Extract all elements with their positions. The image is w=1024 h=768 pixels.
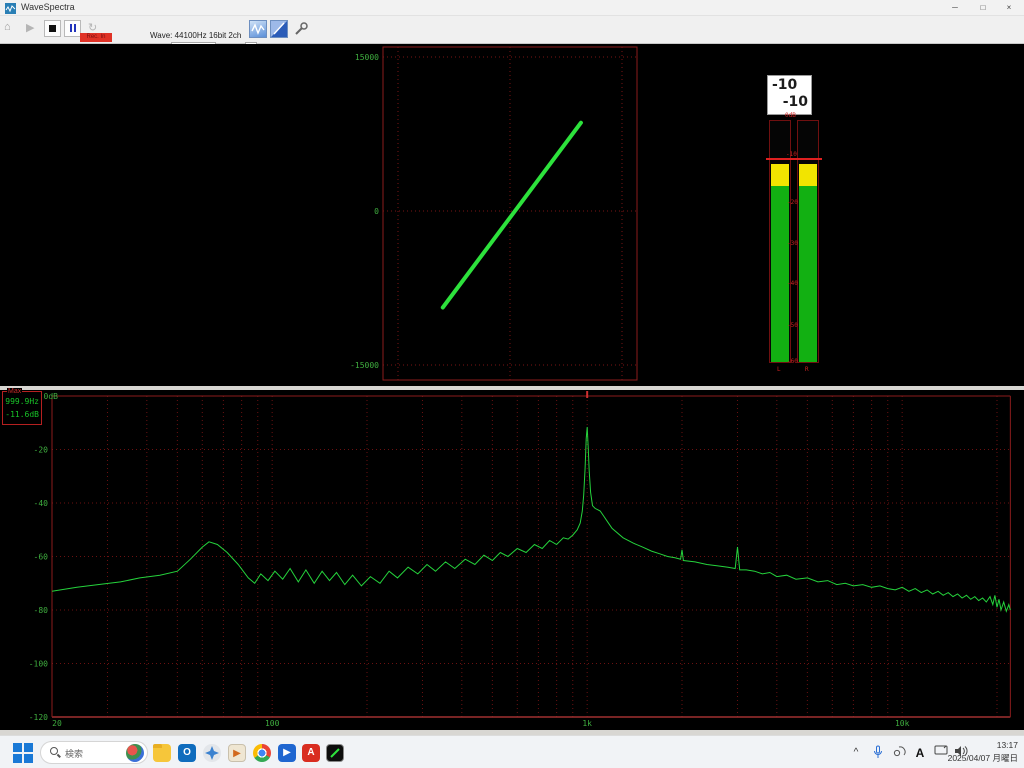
meter-channel-left-label: L <box>777 366 781 373</box>
wave-view-button[interactable] <box>249 20 267 38</box>
stop-button[interactable] <box>44 20 61 37</box>
taskbar: 検索 O ▶ ▶ A <box>0 735 1024 768</box>
meter-limit-line <box>766 158 822 160</box>
title-bar: WaveSpectra ─ □ × <box>0 0 1024 16</box>
maximize-button[interactable]: □ <box>970 0 996 15</box>
search-placeholder: 検索 <box>65 747 83 760</box>
spectrum-view-icon <box>271 21 287 37</box>
spectrum-y-tick: -80 <box>34 606 49 615</box>
taskbar-wavespectra[interactable] <box>323 741 347 765</box>
meter-scale-top-label: 0dB <box>785 112 796 119</box>
close-button[interactable]: × <box>996 0 1022 15</box>
spectrum-y-tick: -60 <box>34 553 49 562</box>
app-icon <box>5 3 16 14</box>
lissajous-yzero-label: 0 <box>374 207 379 216</box>
stop-icon <box>49 25 56 32</box>
spectrum-0db-label: 0dB <box>44 392 59 401</box>
minimize-button[interactable]: ─ <box>942 0 968 15</box>
clock-time: 13:17 <box>948 739 1018 752</box>
wave-format-info: Wave: 44100Hz 16bit 2ch <box>150 31 241 40</box>
meter-limit-label: -10 <box>786 151 797 158</box>
wrench-icon <box>293 21 309 37</box>
level-meter-right-bar <box>797 120 819 363</box>
taskbar-file-explorer[interactable] <box>150 741 174 765</box>
wave-value: 44100Hz 16bit 2ch <box>175 31 242 40</box>
settings-wrench-button[interactable] <box>293 21 309 37</box>
recording-indicator: Rec. In <box>80 33 112 42</box>
acrobat-icon: A <box>302 744 320 762</box>
toolbar: ⌂ ▶ ↻ Rec. In Wave: 44100Hz 16bit 2ch FF… <box>0 16 1024 44</box>
spectrum-x-tick: 1k <box>582 719 592 728</box>
peak-level-left: -10 <box>772 77 797 93</box>
window-title: WaveSpectra <box>21 2 75 12</box>
meter-tick-label: -30 <box>787 240 798 247</box>
spectrum-x-tick: 20 <box>52 719 62 728</box>
lissajous-ymin-label: -15000 <box>350 361 379 370</box>
max-title: Max <box>7 388 22 395</box>
meter-tick-label: -20 <box>787 199 798 206</box>
taskbar-movies-app[interactable]: ▶ <box>275 741 299 765</box>
pause-button[interactable] <box>64 20 81 37</box>
start-button[interactable] <box>12 742 33 763</box>
meter-yellow-segment <box>799 164 817 186</box>
spectrum-y-tick: -20 <box>34 446 49 455</box>
ime-mode-indicator[interactable]: A <box>912 745 928 761</box>
meter-channel-right-label: R <box>805 366 809 373</box>
pinwheel-icon <box>203 744 221 762</box>
movies-icon: ▶ <box>278 744 296 762</box>
max-level-value: -11.6dB <box>5 410 39 419</box>
cast-display-icon[interactable] <box>933 745 949 761</box>
taskbar-clock[interactable]: 13:17 2025/04/07 月曜日 <box>948 739 1018 765</box>
meter-green-segment <box>771 186 789 362</box>
spectrum-x-tick: 10k <box>895 719 910 728</box>
meter-tick-label: -60 <box>787 358 798 365</box>
legacy-player-icon: ▶ <box>228 744 246 762</box>
lissajous-display: 15000 0 -15000 <box>0 44 1024 386</box>
taskbar-outlook[interactable]: O <box>175 741 199 765</box>
meter-yellow-segment <box>771 164 789 186</box>
spectrum-panel: 0dB -20 -40 -60 -80 -100 -120 20 100 1k 10k Max 99… <box>0 390 1024 730</box>
spectrum-y-tick: -40 <box>34 499 49 508</box>
microphone-icon[interactable] <box>870 745 886 761</box>
play-button[interactable]: ▶ <box>26 21 34 34</box>
hidden-icons-chevron[interactable]: ^ <box>848 745 864 761</box>
clock-date: 2025/04/07 月曜日 <box>948 752 1018 765</box>
taskbar-acrobat[interactable]: A <box>299 741 323 765</box>
desktop: WaveSpectra ─ □ × ⌂ ▶ ↻ Rec. In Wave: 44… <box>0 0 1024 768</box>
search-icon <box>50 747 58 755</box>
chrome-icon <box>253 744 271 762</box>
wave-label: Wave: <box>150 31 172 40</box>
spectrum-y-tick: -120 <box>29 713 48 722</box>
max-frequency-value: 999.9Hz <box>5 397 39 406</box>
open-file-icon[interactable]: ⌂ <box>4 21 20 36</box>
search-highlight-icon[interactable] <box>126 744 144 762</box>
wave-view-icon <box>250 21 266 37</box>
search-box[interactable]: 検索 <box>40 741 148 764</box>
wavespectra-icon <box>326 744 344 762</box>
bluetooth-device-icon[interactable] <box>891 745 907 761</box>
taskbar-legacy-player[interactable]: ▶ <box>225 741 249 765</box>
max-readout-box: Max 999.9Hz -11.6dB <box>2 391 42 425</box>
taskbar-chrome[interactable] <box>250 741 274 765</box>
spectrum-y-tick: -100 <box>29 660 48 669</box>
meter-tick-label: -50 <box>787 322 798 329</box>
meter-tick-label: -40 <box>787 280 798 287</box>
spectrum-view-button[interactable] <box>270 20 288 38</box>
meter-green-segment <box>799 186 817 362</box>
taskbar-media-player[interactable] <box>200 741 224 765</box>
spectrum-display: 0dB -20 -40 -60 -80 -100 -120 20 100 1k 10k <box>0 390 1024 730</box>
outlook-icon: O <box>178 744 196 762</box>
peak-level-readout: -10 -10 <box>767 75 812 115</box>
peak-level-right: -10 <box>783 94 808 110</box>
pause-icon <box>70 24 72 32</box>
lissajous-ymax-label: 15000 <box>355 53 379 62</box>
spectrum-x-tick: 100 <box>265 719 280 728</box>
lissajous-panel: 15000 0 -15000 -10 -10 0dB -10 -20 -30 -40… <box>0 44 1024 386</box>
